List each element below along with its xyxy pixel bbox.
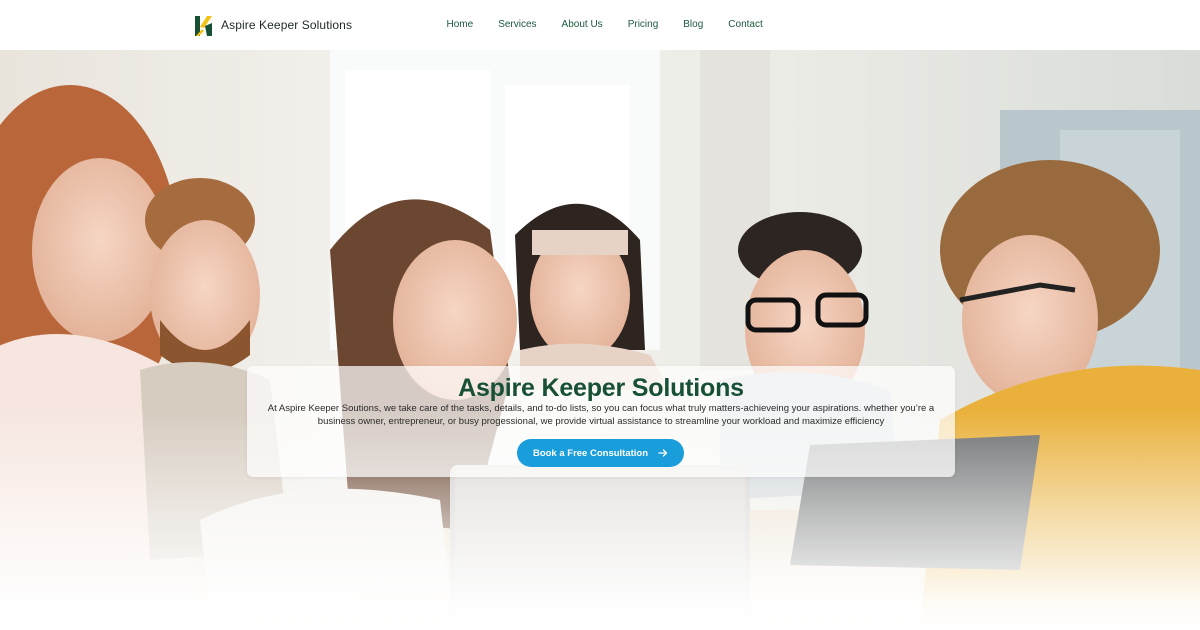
book-consultation-button[interactable]: Book a Free Consultation (517, 439, 684, 467)
hero-team-photo (0, 50, 1200, 630)
nav-link-about-us[interactable]: About Us (549, 0, 615, 50)
hero-description: At Aspire Keeper Soutions, we take care … (267, 403, 935, 427)
nav-link-pricing[interactable]: Pricing (615, 0, 671, 50)
hero-section: Aspire Keeper Solutions At Aspire Keeper… (0, 50, 1200, 630)
site-header: Aspire Keeper Solutions Home Services Ab… (0, 0, 1200, 50)
arrow-right-icon (658, 449, 668, 457)
ak-monogram-icon (195, 16, 212, 36)
hero-card: Aspire Keeper Solutions At Aspire Keeper… (247, 366, 955, 477)
nav-link-contact[interactable]: Contact (716, 0, 775, 50)
nav-link-services[interactable]: Services (486, 0, 549, 50)
nav-link-home[interactable]: Home (434, 0, 486, 50)
brand-name: Aspire Keeper Solutions (221, 18, 353, 32)
main-nav: Home Services About Us Pricing Blog Cont… (434, 0, 775, 50)
book-consultation-label: Book a Free Consultation (532, 447, 649, 459)
hero-title: Aspire Keeper Solutions (458, 374, 744, 402)
nav-link-blog[interactable]: Blog (671, 0, 716, 50)
brand-logo-link[interactable]: Aspire Keeper Solutions (195, 13, 352, 37)
